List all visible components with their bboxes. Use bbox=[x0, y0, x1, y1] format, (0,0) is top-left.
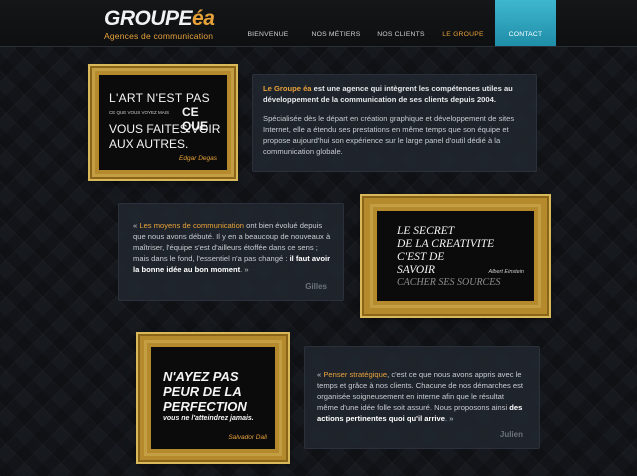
quote2-line3: C'EST DE bbox=[397, 251, 445, 263]
quote3-line3: PERFECTION bbox=[163, 399, 247, 414]
quote1-author: Edgar Degas bbox=[179, 155, 217, 162]
testimonial2-text: « Penser stratégique, c'est ce que nous … bbox=[317, 369, 527, 424]
testimonial2-signature: Julien bbox=[499, 430, 523, 439]
testimonial1-highlight: Les moyens de communication bbox=[139, 221, 245, 230]
testimonial1-signature: Gilles bbox=[305, 282, 327, 291]
framed-quote-dali: N'AYEZ PAS PEUR DE LA PERFECTION vous ne… bbox=[138, 334, 288, 462]
nav-item-contact[interactable]: CONTACT bbox=[495, 0, 556, 46]
framed-quote-einstein: LE SECRET DE LA CREATIVITE C'EST DE SAVO… bbox=[362, 196, 549, 316]
quote3-author: Salvador Dali bbox=[228, 434, 267, 441]
quote1-line4: AUX AUTRES. bbox=[109, 137, 189, 151]
testimonial2-highlight: Penser stratégique bbox=[323, 370, 388, 379]
logo-subtitle: Agences de communication bbox=[104, 31, 214, 41]
testimonial-julien: « Penser stratégique, c'est ce que nous … bbox=[304, 346, 540, 449]
nav-item-nos-metiers[interactable]: NOS MÉTIERS bbox=[306, 0, 366, 46]
testimonial1-close-quote: . » bbox=[240, 265, 249, 274]
quote2-line1: LE SECRET bbox=[397, 225, 455, 237]
logo[interactable]: GROUPEéa Agences de communication bbox=[104, 7, 215, 42]
nav-item-nos-clients[interactable]: NOS CLIENTS bbox=[372, 0, 430, 46]
intro-highlight: Le Groupe éa bbox=[263, 84, 312, 93]
quote1-line3: VOUS FAITES VOIR bbox=[109, 122, 221, 136]
header: GROUPEéa Agences de communication BIENVE… bbox=[0, 0, 637, 47]
quote1-small: CE QUE VOUS VOYEZ MAIS bbox=[109, 110, 170, 115]
logo-title-accent: éa bbox=[192, 7, 215, 30]
intro-paragraph-2: Spécialisée dès le départ en création gr… bbox=[263, 114, 515, 156]
quote2-line5: CACHER SES SOURCES bbox=[397, 277, 501, 288]
intro-paragraph-1: Le Groupe éa est une agence qui intègren… bbox=[263, 83, 526, 105]
quote2-line4: SAVOIR bbox=[397, 264, 436, 276]
quote3-line2: PEUR DE LA bbox=[163, 384, 242, 399]
logo-title-prefix: GROUPE bbox=[104, 7, 193, 30]
intro-panel: Le Groupe éa est une agence qui intègren… bbox=[252, 74, 537, 172]
logo-title: GROUPEéa bbox=[104, 7, 215, 30]
quote2-author: Albert Einstein bbox=[488, 269, 524, 275]
nav-item-le-groupe[interactable]: LE GROUPE bbox=[436, 0, 490, 46]
quote3-line1: N'AYEZ PAS bbox=[163, 369, 239, 384]
quote3-line4: vous ne l'atteindrez jamais. bbox=[163, 415, 254, 422]
quote1-line1: L'ART N'EST PAS bbox=[109, 91, 210, 105]
framed-quote-degas: L'ART N'EST PAS CE QUE VOUS VOYEZ MAIS C… bbox=[90, 66, 236, 179]
testimonial-gilles: « Les moyens de communication ont bien é… bbox=[118, 203, 344, 301]
quote2-line2: DE LA CREATIVITE bbox=[397, 238, 495, 250]
testimonial1-text: « Les moyens de communication ont bien é… bbox=[133, 220, 333, 275]
testimonial2-close-quote: . » bbox=[444, 414, 454, 423]
nav-item-bienvenue[interactable]: BIENVENUE bbox=[240, 0, 296, 46]
